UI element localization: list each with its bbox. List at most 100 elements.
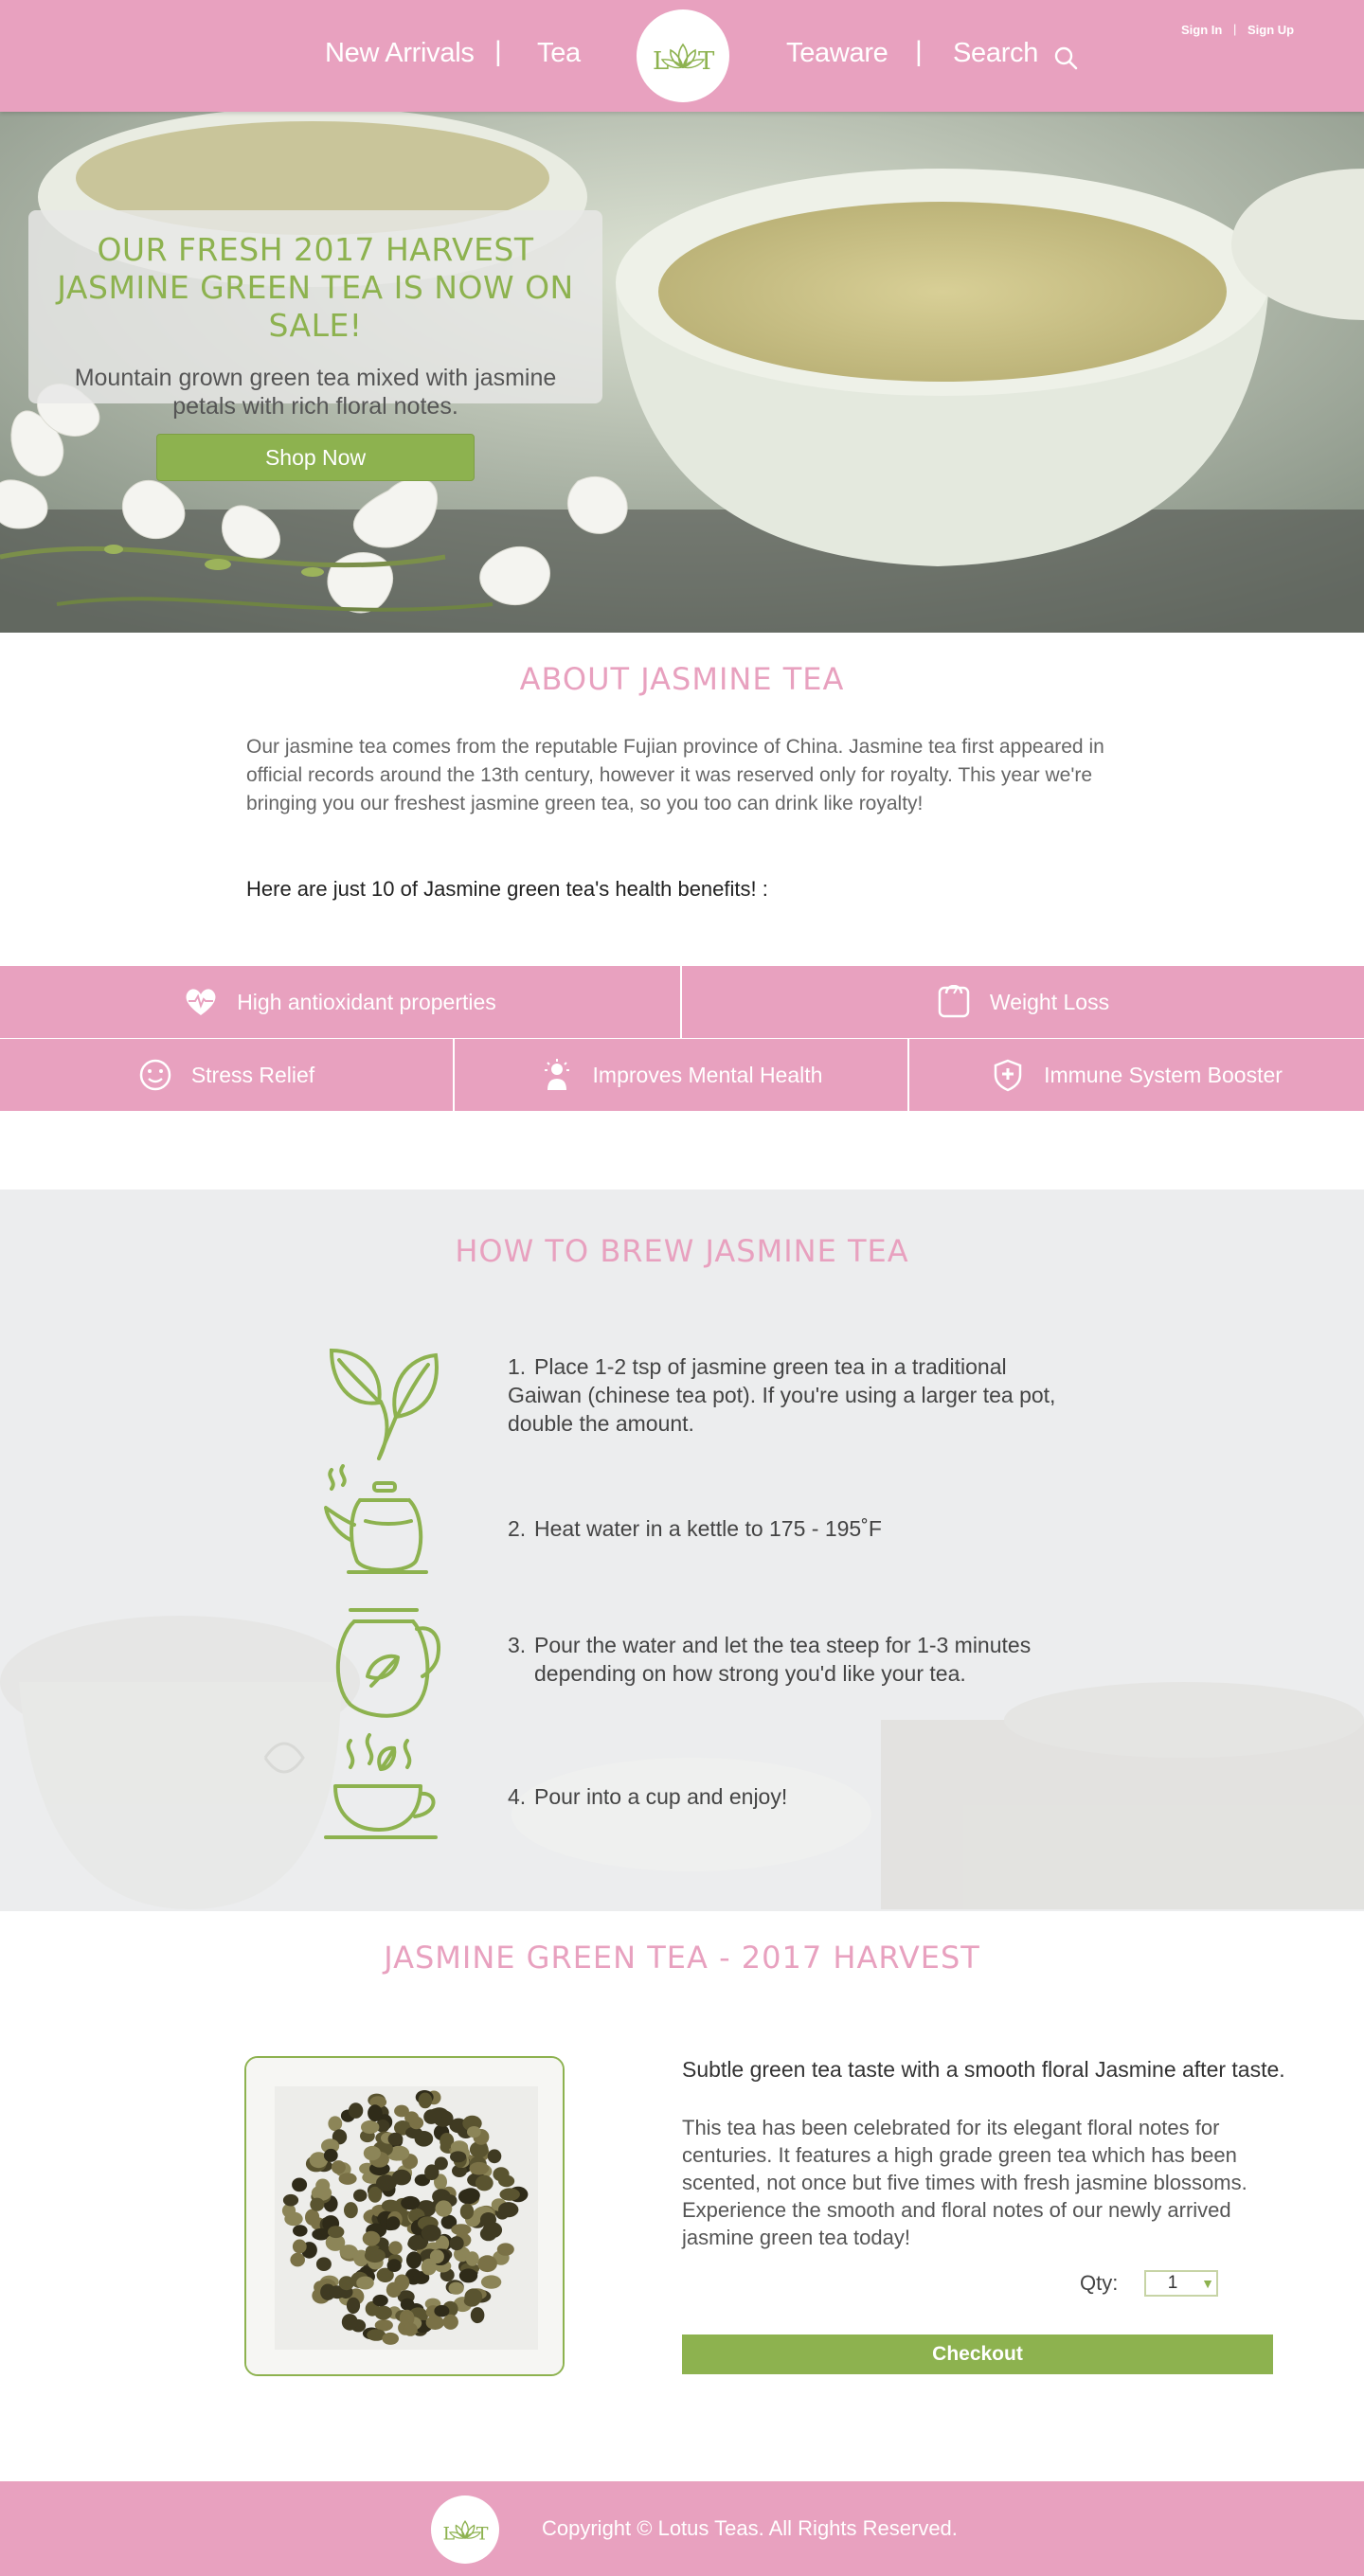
tea-pearl xyxy=(499,2188,520,2201)
benefit-label: Weight Loss xyxy=(989,989,1110,1014)
tea-pearl xyxy=(386,2259,402,2272)
step-text: Heat water in a kettle to 175 - 195˚F xyxy=(534,1516,882,1541)
tea-pearl xyxy=(429,2249,444,2263)
nav-tea[interactable]: Tea xyxy=(537,38,581,69)
step-number: 3. xyxy=(508,1633,527,1657)
svg-text:L: L xyxy=(443,2523,456,2544)
tea-pearl xyxy=(401,2195,421,2210)
sign-in-link[interactable]: Sign In xyxy=(1181,23,1222,37)
tea-pearl xyxy=(356,2276,374,2290)
tea-pearl xyxy=(400,2298,415,2311)
benefit-item: High antioxidant properties xyxy=(0,966,682,1038)
tea-pearl xyxy=(409,2116,424,2130)
benefit-label: Stress Relief xyxy=(190,1062,315,1087)
about-paragraph: Our jasmine tea comes from the reputable… xyxy=(246,736,1104,814)
tea-pearl xyxy=(469,2161,490,2175)
tea-pearl xyxy=(374,2305,392,2320)
tea-pearl xyxy=(424,2164,440,2180)
tea-pearl xyxy=(418,2092,433,2109)
tea-pearl xyxy=(341,2314,358,2331)
step-number: 4. xyxy=(508,1784,527,1809)
lotus-logo-icon: L T xyxy=(653,43,715,76)
tea-pearl xyxy=(363,2145,381,2161)
tea-pearl xyxy=(461,2188,480,2203)
brew-section-title: How to Brew Jasmine Tea xyxy=(455,1233,909,1269)
tea-pearl xyxy=(282,2193,299,2207)
tea-pearl xyxy=(382,2332,399,2345)
tea-pearl xyxy=(368,2104,383,2122)
benefit-item: Weight Loss xyxy=(682,966,1364,1038)
tea-pearl xyxy=(364,2248,386,2263)
tea-pearl xyxy=(376,2174,397,2191)
nav-teaware[interactable]: Teaware xyxy=(786,38,888,69)
tea-pearl xyxy=(463,2295,480,2307)
tea-pearl xyxy=(310,2197,325,2211)
tea-pearl xyxy=(344,2202,358,2219)
nav-new-arrivals[interactable]: New Arrivals xyxy=(325,38,475,69)
site-footer: L T Copyright © Lotus Teas. All Rights R… xyxy=(0,2481,1364,2576)
smiley-icon xyxy=(138,1058,172,1092)
tea-pearl xyxy=(450,2151,467,2163)
nav-separator: | xyxy=(915,36,923,67)
tea-pearl xyxy=(323,2148,338,2162)
shop-now-button[interactable]: Shop Now xyxy=(156,434,475,481)
product-image xyxy=(244,2056,565,2376)
tea-pearl xyxy=(498,2202,519,2218)
product-section-title: Jasmine Green Tea - 2017 Harvest xyxy=(384,1940,980,1976)
product-description: This tea has been celebrated for its ele… xyxy=(682,2116,1247,2249)
tea-pearl xyxy=(428,2108,442,2123)
quantity-value: 1 xyxy=(1167,2273,1178,2293)
benefits-row-2: Stress Relief Improves Mental Health Imm… xyxy=(0,1039,1364,1111)
sign-up-link[interactable]: Sign Up xyxy=(1247,23,1294,37)
tea-pearl xyxy=(403,2322,418,2336)
kettle-icon xyxy=(324,1464,428,1574)
benefits-row-1: High antioxidant properties Weight Loss xyxy=(0,966,1364,1038)
hero-subtitle: Mountain grown green tea mixed with jasm… xyxy=(74,365,557,420)
brew-step-4: 4. Pour into a cup and enjoy! xyxy=(508,1782,1057,1811)
nav-search[interactable]: Search xyxy=(953,38,1038,69)
tea-pearl xyxy=(467,2126,481,2138)
brew-section: How to Brew Jasmine Tea 1. Place 1-2 tsp … xyxy=(0,1190,1364,1911)
tea-pearl xyxy=(458,2268,478,2283)
quantity-select[interactable]: 1 ▼ xyxy=(1144,2270,1218,2297)
tea-pearl xyxy=(386,2216,401,2230)
tea-pearl xyxy=(328,2226,345,2239)
checkout-button[interactable]: Checkout xyxy=(682,2334,1273,2374)
benefit-label: High antioxidant properties xyxy=(237,989,496,1014)
tea-pearl xyxy=(475,2174,494,2191)
jasmine-pearls-image xyxy=(246,2058,563,2374)
nav-separator: | xyxy=(494,36,502,67)
tea-pearl xyxy=(435,2200,453,2217)
tea-pearl xyxy=(480,2275,502,2289)
brew-step-2: 2. Heat water in a kettle to 175 - 195˚F xyxy=(508,1514,1057,1543)
tea-leaves-icon xyxy=(329,1348,439,1460)
shield-plus-icon xyxy=(991,1058,1025,1092)
tea-pearl xyxy=(421,2225,441,2242)
site-logo[interactable]: L T xyxy=(637,9,729,102)
tea-pearl xyxy=(315,2257,332,2271)
lotus-logo-icon: L T xyxy=(443,2520,489,2544)
tea-pearl xyxy=(394,2274,410,2291)
benefit-item: Immune System Booster xyxy=(909,1039,1364,1111)
tea-pearl xyxy=(338,2173,357,2185)
footer-logo[interactable]: L T xyxy=(431,2496,499,2564)
tea-pearl xyxy=(293,2225,308,2237)
tea-pearl xyxy=(394,2104,409,2118)
brew-step-3: 3. Pour the water and let the tea steep f… xyxy=(508,1631,1057,1688)
tea-pearl xyxy=(362,2230,381,2246)
tea-pearl xyxy=(292,2177,308,2192)
step-text: Pour the water and let the tea steep for… xyxy=(534,1633,1032,1686)
benefit-label: Improves Mental Health xyxy=(592,1062,823,1087)
tea-cup-icon xyxy=(324,1733,438,1839)
tea-pearl xyxy=(361,2120,380,2135)
teapot-icon xyxy=(335,1608,440,1718)
dropdown-arrow-icon: ▼ xyxy=(1201,2276,1214,2291)
logo-letter-l: L xyxy=(653,47,669,76)
tea-pearl xyxy=(477,2255,497,2273)
search-icon[interactable] xyxy=(1053,45,1078,70)
tea-pearl xyxy=(387,2132,404,2146)
about-section-title: About Jasmine Tea xyxy=(519,661,845,697)
tea-pearl xyxy=(496,2243,514,2256)
tea-pearl xyxy=(331,2160,346,2174)
tea-pearl xyxy=(405,2251,422,2269)
